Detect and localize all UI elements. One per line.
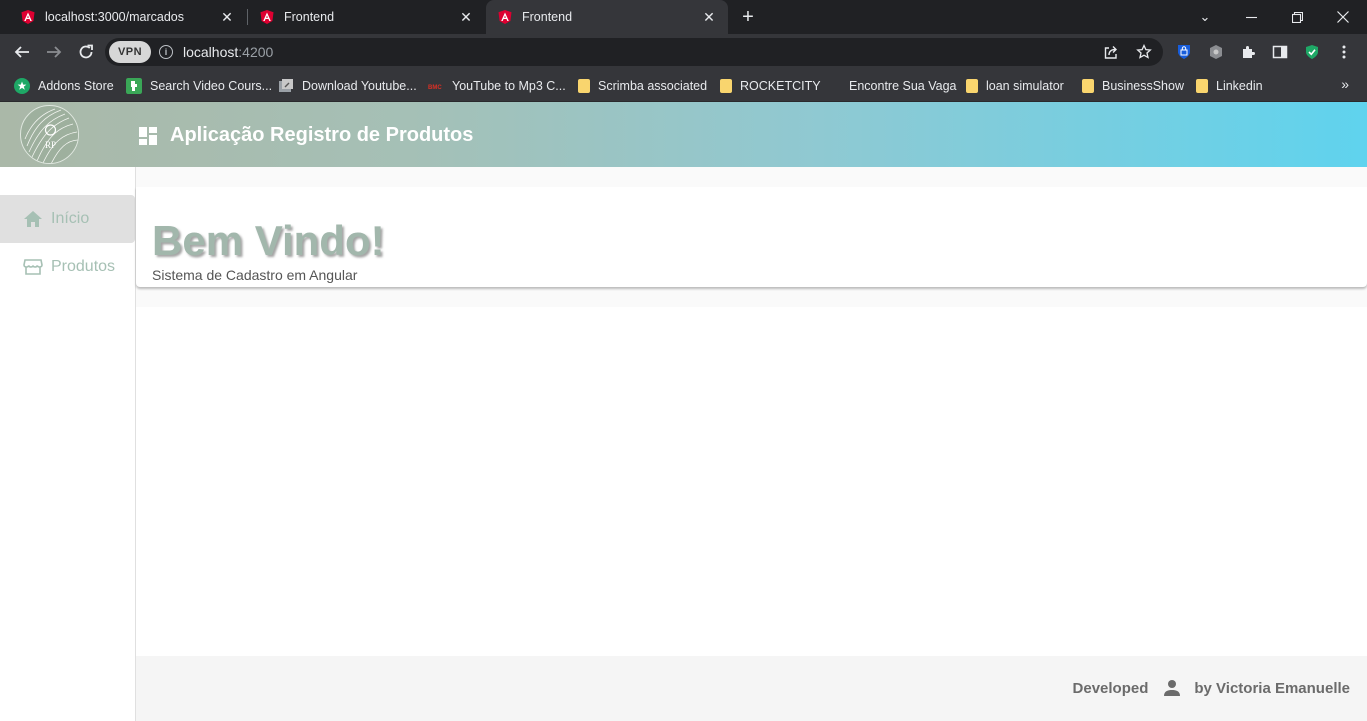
site-info-icon[interactable]: i: [159, 45, 173, 59]
bookmark-addons-store[interactable]: Addons Store: [14, 76, 114, 96]
share-icon[interactable]: [1101, 42, 1121, 62]
bookmark-label: Download Youtube...: [302, 79, 417, 93]
tab-frontend-active[interactable]: Frontend ✕: [486, 0, 728, 34]
url-text[interactable]: localhost:4200: [183, 44, 273, 60]
download-icon: [279, 79, 293, 92]
dashboard-icon: [139, 127, 157, 145]
bookmark-label: YouTube to Mp3 C...: [452, 79, 566, 93]
sidebar-item-label: Produtos: [51, 258, 116, 275]
url-port: :4200: [238, 44, 274, 60]
bookmarks-bar: Addons Store Search Video Cours... Downl…: [0, 70, 1367, 102]
footer-author-text: by Victoria Emanuelle: [1194, 679, 1350, 697]
sidebar-item-inicio[interactable]: Início: [0, 195, 135, 243]
bookmark-loan-simulator[interactable]: loan simulator: [966, 76, 1064, 96]
extension-shield-icon[interactable]: [1206, 42, 1226, 62]
bookmark-rocketcity[interactable]: ROCKETCITY: [720, 76, 821, 96]
folder-icon: [1196, 79, 1208, 93]
bookmarks-overflow-icon[interactable]: »: [1341, 76, 1349, 92]
bookmark-download-youtube[interactable]: Download Youtube...: [278, 76, 417, 96]
store-icon: [23, 259, 43, 275]
footer-credits: Developed by Victoria Emanuelle: [1073, 678, 1350, 698]
address-bar[interactable]: VPN i localhost:4200: [105, 38, 1163, 66]
bookmark-label: loan simulator: [986, 79, 1064, 93]
welcome-subtitle: Sistema de Cadastro em Angular: [152, 267, 358, 283]
forward-button[interactable]: [42, 40, 66, 64]
menu-kebab-icon[interactable]: [1334, 42, 1354, 62]
app-logo: RP: [20, 105, 79, 164]
addons-icon: [14, 78, 30, 94]
restore-button[interactable]: [1274, 0, 1320, 34]
bookmark-label: Linkedin: [1216, 79, 1263, 93]
forward-arrow-icon: [47, 46, 62, 58]
sidebar-item-label: Início: [51, 210, 90, 227]
minimize-icon: [1245, 16, 1257, 18]
bitwarden-icon[interactable]: [1174, 42, 1194, 62]
bookmark-linkedin[interactable]: Linkedin: [1196, 76, 1263, 96]
close-icon: [1337, 11, 1349, 23]
mp3-icon: BMC: [428, 85, 442, 91]
close-tab-icon[interactable]: ✕: [218, 8, 236, 26]
bookmark-search-video[interactable]: Search Video Cours...: [126, 76, 272, 96]
app-header: RP Aplicação Registro de Produtos: [0, 102, 1367, 167]
svg-text:BMC: BMC: [428, 85, 442, 91]
angular-icon: [21, 10, 35, 24]
tab-title: Frontend: [284, 10, 335, 24]
video-icon: [126, 78, 142, 94]
angular-icon: [498, 10, 512, 24]
home-icon: [24, 211, 42, 227]
reload-button[interactable]: [74, 40, 98, 64]
bookmark-scrimba[interactable]: Scrimba associated: [578, 76, 707, 96]
bookmark-label: Encontre Sua Vaga: [849, 79, 957, 93]
tab-search-icon[interactable]: ⌄: [1182, 0, 1228, 34]
person-icon: [1164, 680, 1181, 696]
bookmark-label: Scrimba associated: [598, 79, 708, 93]
browser-toolbar: VPN i localhost:4200: [0, 34, 1367, 70]
minimize-button[interactable]: [1228, 0, 1274, 34]
sidebar-nav: Início Produtos: [0, 167, 136, 721]
folder-icon: [966, 79, 978, 93]
tab-localhost-3000[interactable]: localhost:3000/marcados ✕: [0, 0, 246, 34]
bookmark-youtube-mp3[interactable]: BMC YouTube to Mp3 C...: [428, 76, 566, 96]
app-title: Aplicação Registro de Produtos: [170, 124, 474, 146]
close-tab-icon[interactable]: ✕: [700, 8, 718, 26]
browser-tabstrip: localhost:3000/marcados ✕ Frontend ✕ Fro…: [0, 0, 1367, 34]
folder-icon: [720, 79, 732, 93]
bookmark-label: BusinessShow: [1102, 79, 1184, 93]
bookmark-star-icon[interactable]: [1134, 42, 1154, 62]
new-tab-button[interactable]: +: [737, 6, 759, 28]
tab-frontend-1[interactable]: Frontend ✕: [239, 0, 485, 34]
main-content: Bem Vindo! Sistema de Cadastro em Angula…: [136, 167, 1367, 656]
back-arrow-icon: [14, 46, 29, 58]
folder-icon: [578, 79, 590, 93]
angular-icon: [260, 10, 274, 24]
bookmark-label: Addons Store: [38, 79, 114, 93]
vpn-badge[interactable]: VPN: [109, 41, 151, 63]
close-tab-icon[interactable]: ✕: [457, 8, 475, 26]
bookmark-label: ROCKETCITY: [740, 79, 821, 93]
svg-text:RP: RP: [45, 140, 56, 150]
tab-title: Frontend: [522, 10, 573, 24]
bookmark-encontre-sua-vaga[interactable]: Encontre Sua Vaga: [849, 76, 956, 96]
bookmark-label: Search Video Cours...: [150, 79, 273, 93]
tab-title: localhost:3000/marcados: [45, 10, 184, 24]
footer-developed-text: Developed: [1072, 679, 1149, 697]
close-window-button[interactable]: [1320, 0, 1366, 34]
extensions-puzzle-icon[interactable]: [1238, 42, 1258, 62]
restore-icon: [1291, 11, 1303, 23]
back-button[interactable]: [10, 40, 34, 64]
logo-graphic: RP: [21, 106, 78, 163]
url-host: localhost: [183, 44, 239, 60]
welcome-title: Bem Vindo!: [152, 217, 385, 264]
welcome-card: Bem Vindo! Sistema de Cadastro em Angula…: [136, 187, 1367, 287]
sidebar-item-produtos[interactable]: Produtos: [0, 243, 135, 291]
side-panel-icon[interactable]: [1270, 42, 1290, 62]
folder-icon: [1082, 79, 1094, 93]
bookmark-businessshow[interactable]: BusinessShow: [1082, 76, 1184, 96]
adguard-icon[interactable]: [1302, 42, 1322, 62]
reload-icon: [79, 44, 93, 59]
app-footer: Developed by Victoria Emanuelle: [136, 656, 1367, 721]
